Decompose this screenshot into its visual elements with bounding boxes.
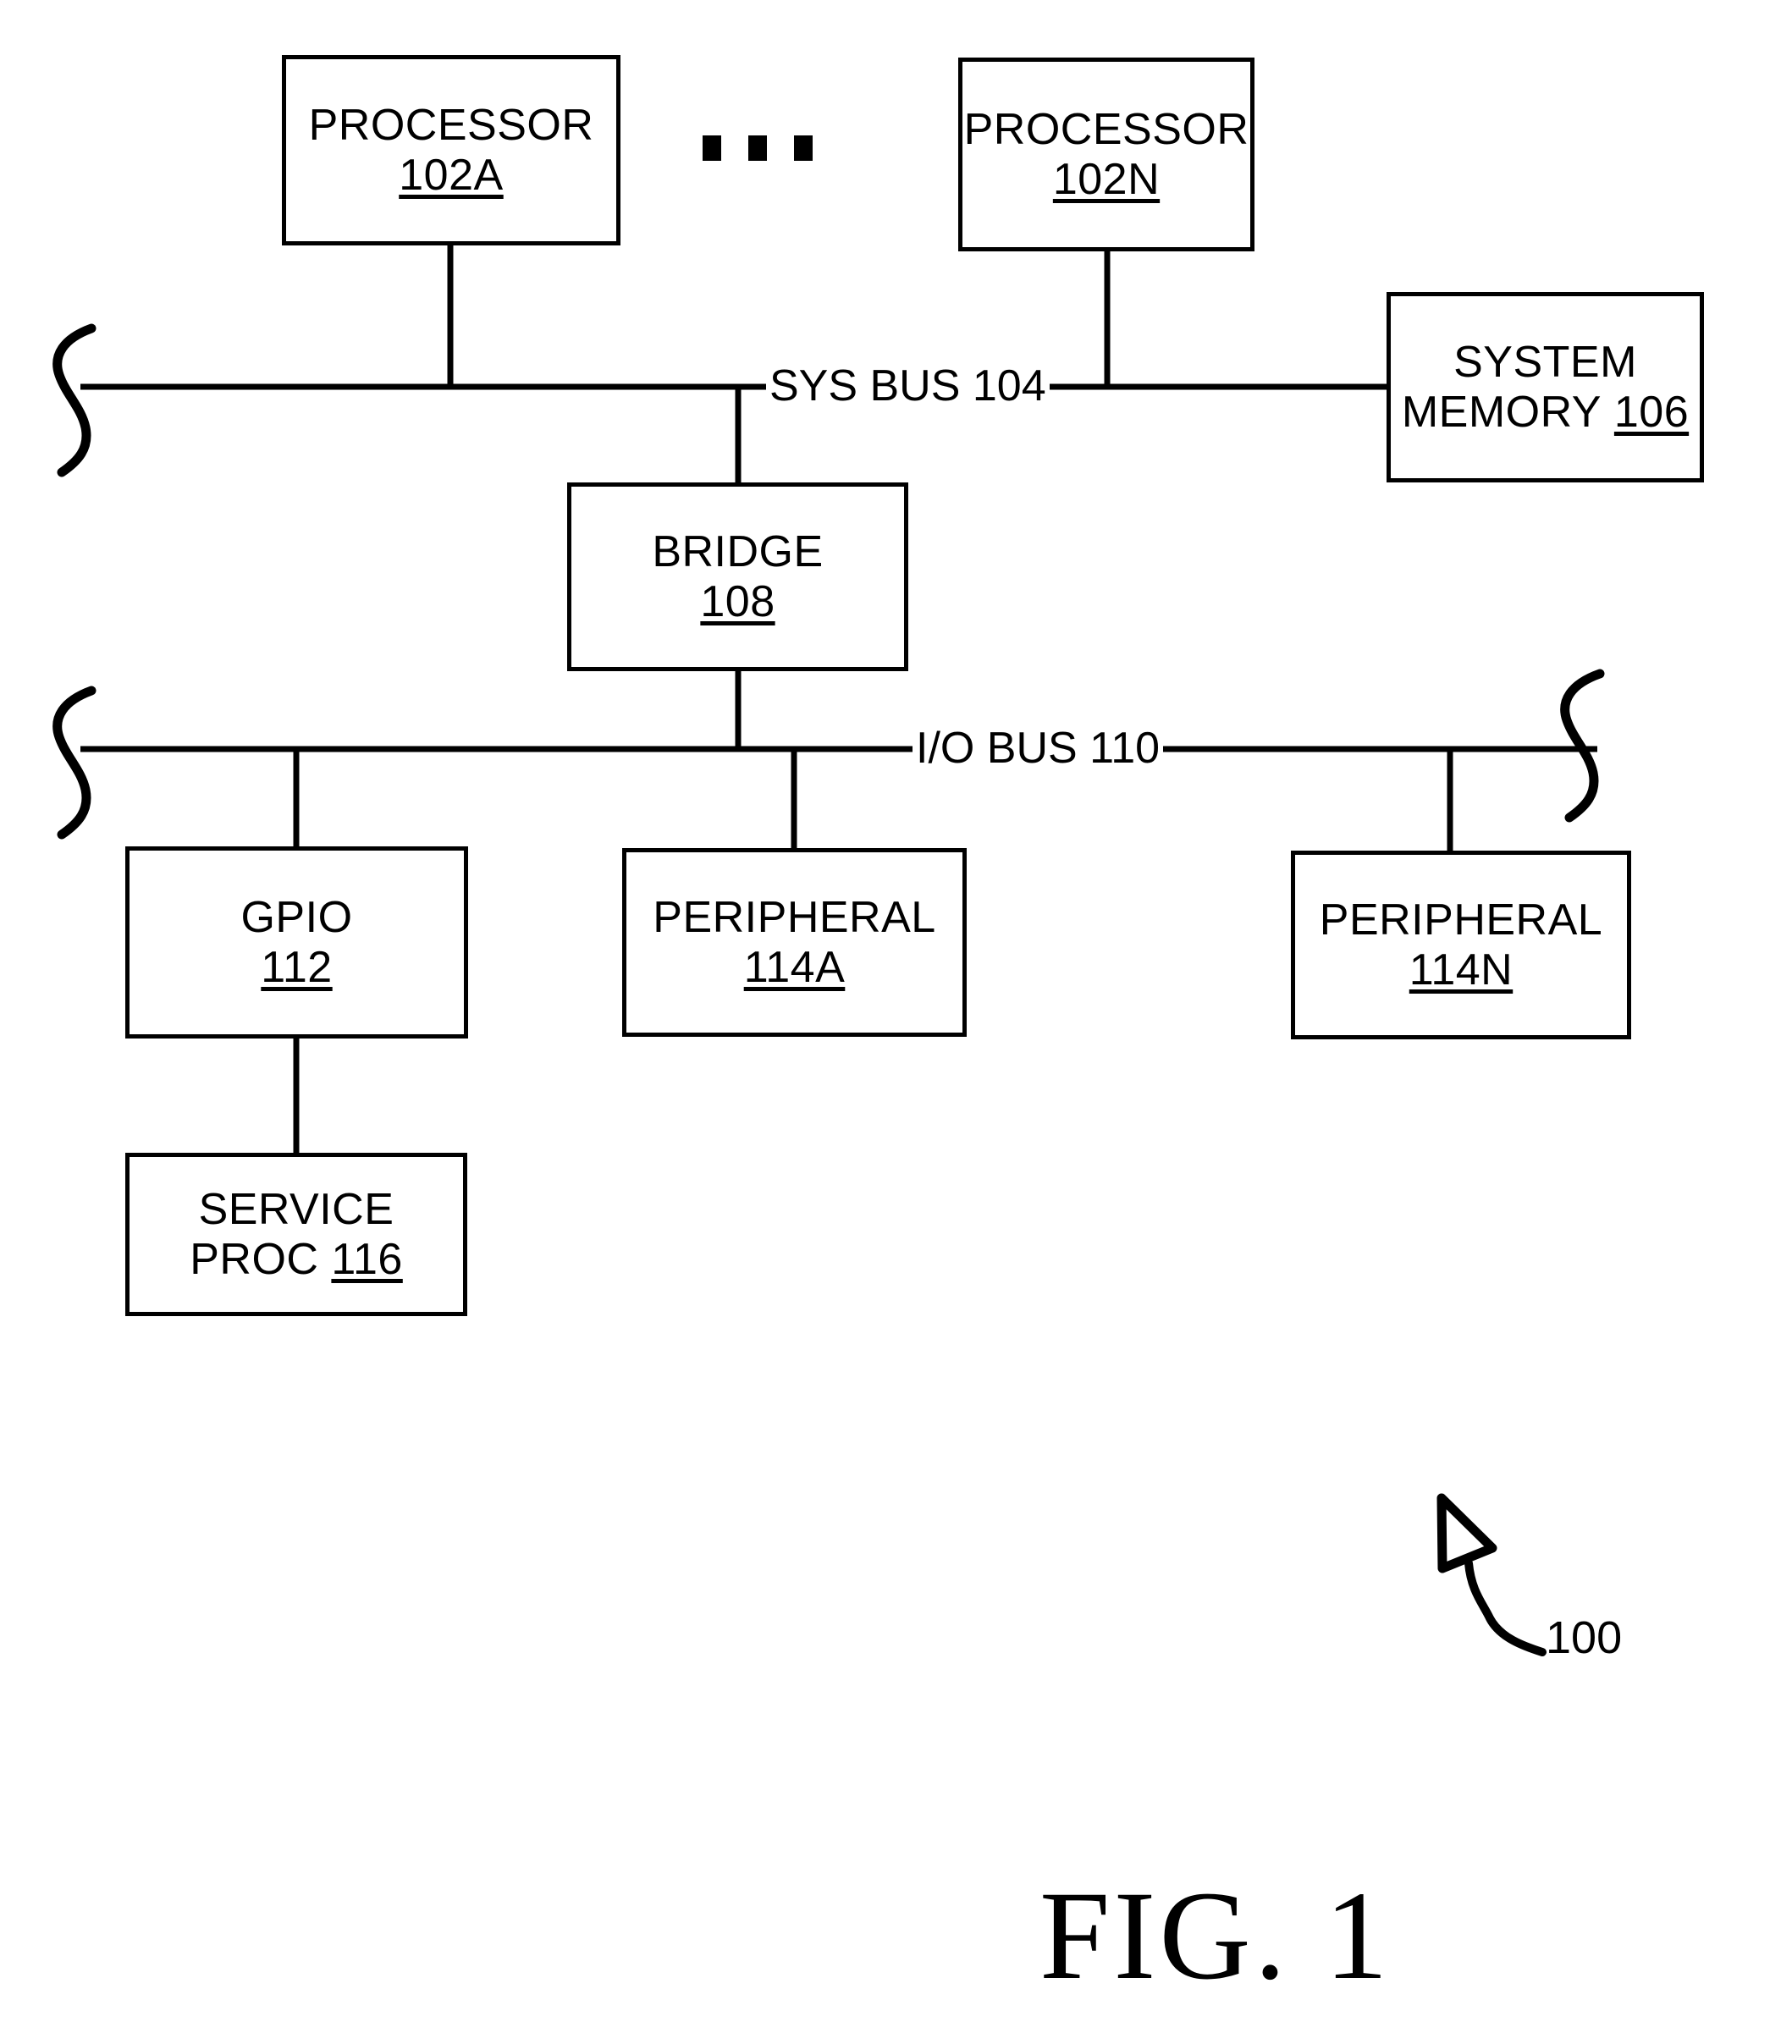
node-service-proc: SERVICE PROC 116	[125, 1153, 467, 1316]
node-gpio: GPIO 112	[125, 846, 468, 1039]
node-processor-n-title: PROCESSOR	[963, 105, 1249, 155]
node-processor-n: PROCESSOR 102N	[958, 58, 1254, 251]
sys-bus-left-break-icon	[52, 323, 96, 477]
node-processor-n-number: 102N	[1052, 154, 1161, 204]
node-system-memory-title: SYSTEM	[1453, 338, 1637, 388]
io-bus-left-break-icon	[52, 686, 96, 840]
patent-figure-1: PROCESSOR 102A PROCESSOR 102N SYSTEM MEM…	[0, 0, 1792, 2044]
node-service-proc-number: PROC 116	[190, 1234, 403, 1284]
node-peripheral-n-title: PERIPHERAL	[1319, 895, 1603, 945]
node-gpio-title: GPIO	[240, 893, 353, 943]
node-service-proc-title: SERVICE	[198, 1185, 394, 1235]
node-system-memory-number: MEMORY 106	[1401, 387, 1690, 437]
node-peripheral-a-number: 114A	[743, 942, 846, 992]
node-bridge: BRIDGE 108	[567, 482, 908, 671]
node-peripheral-a-title: PERIPHERAL	[653, 893, 936, 943]
node-peripheral-a: PERIPHERAL 114A	[622, 848, 967, 1037]
node-peripheral-n: PERIPHERAL 114N	[1291, 851, 1631, 1039]
node-service-proc-ref: 116	[331, 1234, 403, 1284]
processor-ellipsis-icon	[703, 135, 813, 161]
node-bridge-title: BRIDGE	[652, 527, 824, 577]
reference-leader-line	[1464, 1559, 1547, 1656]
figure-reference-number: 100	[1546, 1612, 1623, 1663]
node-gpio-number: 112	[261, 942, 333, 992]
figure-caption: FIG. 1	[1039, 1865, 1392, 2006]
io-bus-label: I/O BUS 110	[913, 726, 1164, 770]
node-peripheral-n-number: 114N	[1409, 945, 1514, 994]
node-processor-a-number: 102A	[399, 150, 504, 200]
sys-bus-label: SYS BUS 104	[766, 364, 1050, 408]
node-processor-a-title: PROCESSOR	[308, 101, 594, 151]
io-bus-right-break-icon	[1560, 669, 1605, 823]
reference-arrow-icon	[1436, 1493, 1497, 1573]
node-system-memory: SYSTEM MEMORY 106	[1387, 292, 1704, 482]
node-processor-a: PROCESSOR 102A	[282, 55, 620, 245]
node-bridge-number: 108	[700, 576, 775, 626]
node-system-memory-ref: 106	[1613, 387, 1690, 437]
